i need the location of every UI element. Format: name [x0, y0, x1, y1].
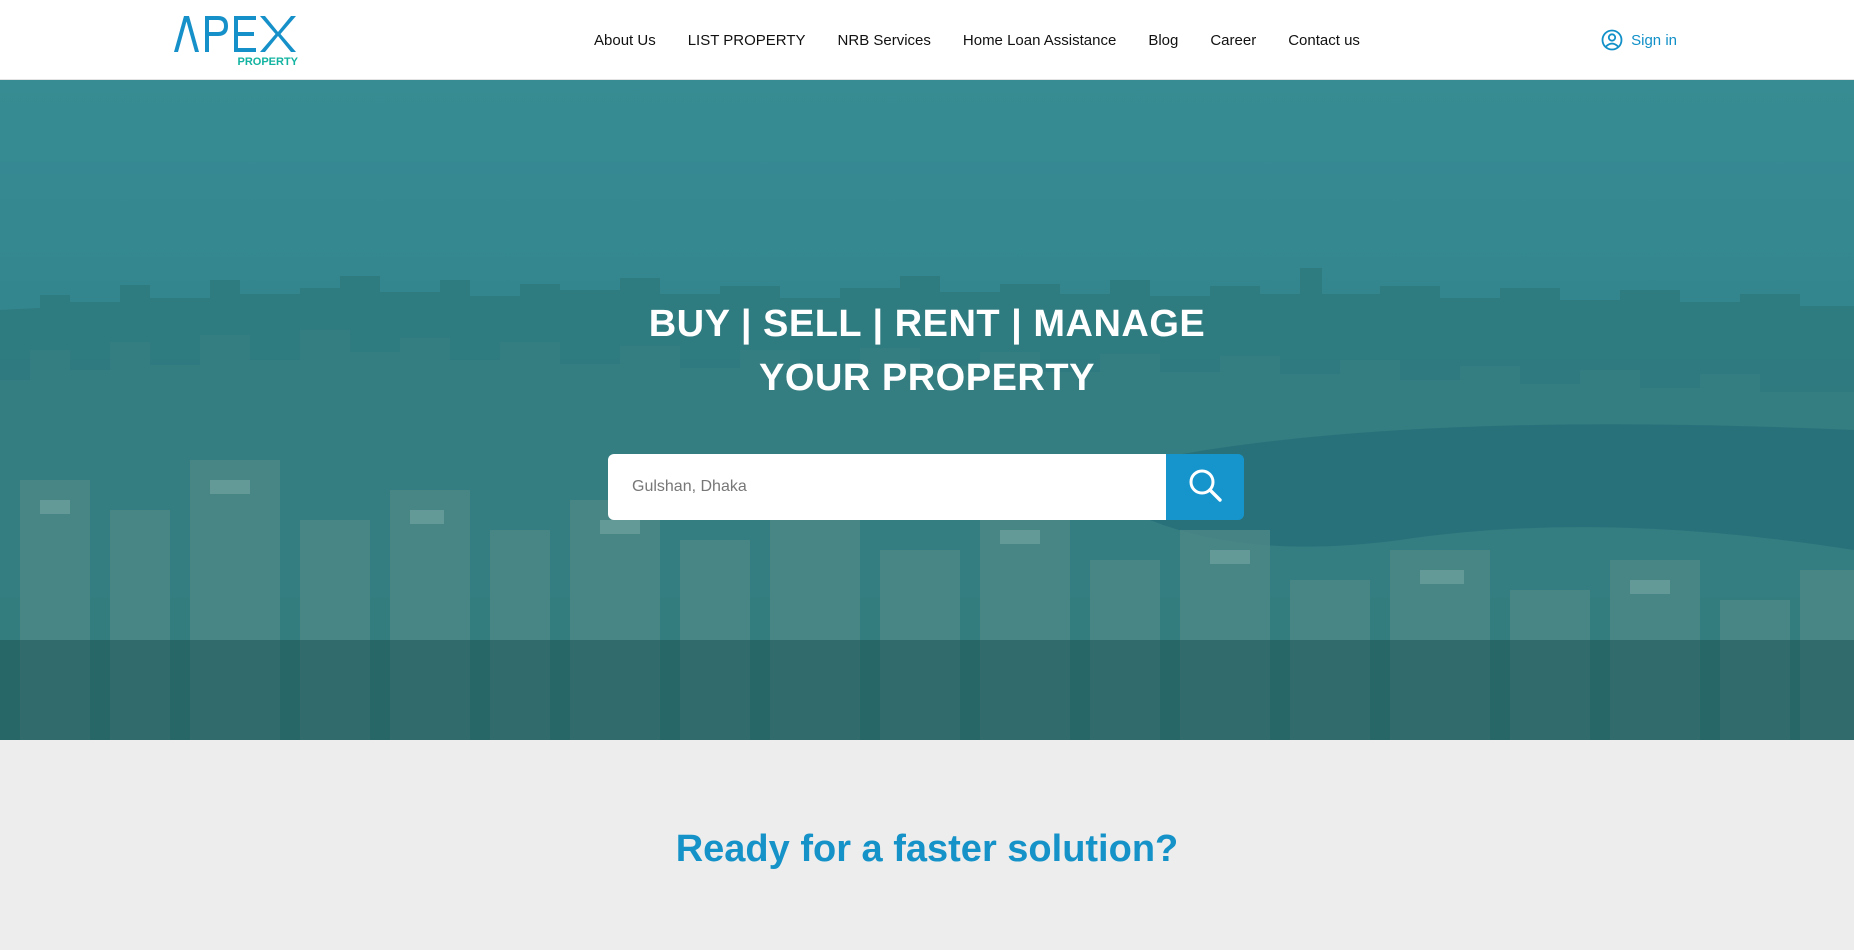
- nav-blog[interactable]: Blog: [1148, 32, 1178, 49]
- faster-solution-section: Ready for a faster solution?: [0, 740, 1854, 950]
- search-button[interactable]: [1166, 454, 1244, 520]
- hero-title-line2: YOUR PROPERTY: [759, 357, 1095, 399]
- nav-nrb-services[interactable]: NRB Services: [838, 32, 931, 49]
- nav-home-loan-assistance[interactable]: Home Loan Assistance: [963, 32, 1116, 49]
- search-icon: [1187, 467, 1223, 508]
- hero-banner: BUY | SELL | RENT | MANAGE YOUR PROPERTY: [0, 80, 1854, 740]
- hero-title-line1: BUY | SELL | RENT | MANAGE: [648, 303, 1206, 345]
- location-search-input[interactable]: [608, 454, 1166, 520]
- nav-career[interactable]: Career: [1210, 32, 1256, 49]
- nav-about-us[interactable]: About Us: [594, 32, 656, 49]
- site-header: PROPERTY About Us LIST PROPERTY NRB Serv…: [0, 0, 1854, 80]
- user-circle-icon: [1601, 29, 1623, 51]
- section-heading: Ready for a faster solution?: [675, 828, 1179, 870]
- hero-overlay: [0, 80, 1854, 740]
- sign-in-label: Sign in: [1631, 31, 1677, 49]
- logo-subtext: PROPERTY: [237, 56, 298, 66]
- main-nav: About Us LIST PROPERTY NRB Services Home…: [594, 0, 1360, 80]
- nav-contact-us[interactable]: Contact us: [1288, 32, 1360, 49]
- location-search-bar: [608, 454, 1244, 520]
- sign-in-link[interactable]: Sign in: [1601, 0, 1677, 80]
- apex-property-logo[interactable]: PROPERTY: [172, 12, 300, 66]
- nav-list-property[interactable]: LIST PROPERTY: [688, 32, 806, 49]
